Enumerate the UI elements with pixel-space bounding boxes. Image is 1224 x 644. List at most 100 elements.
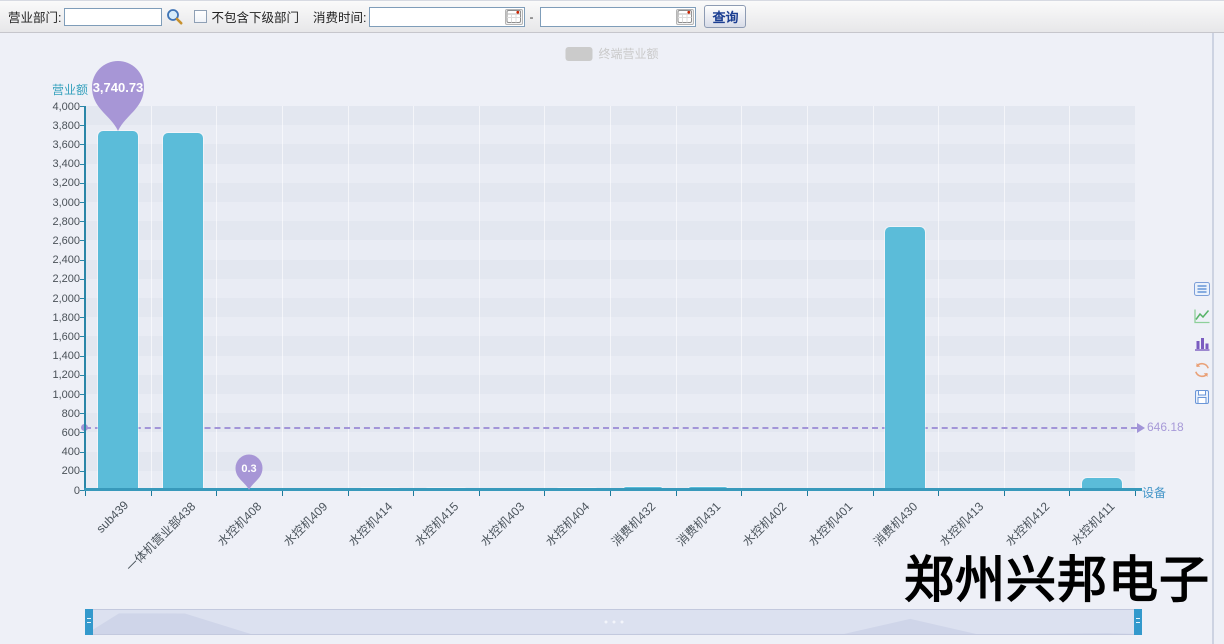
panel-right-divider bbox=[1212, 33, 1214, 644]
grid-vertical-line bbox=[1004, 106, 1005, 490]
calendar-icon bbox=[677, 9, 693, 24]
date-range-separator: - bbox=[529, 10, 533, 24]
y-axis-tick-label: 2,600 bbox=[52, 235, 80, 247]
x-axis-tick bbox=[85, 491, 86, 496]
min-value-marker-pin: 0.3 bbox=[233, 453, 265, 491]
max-value-marker-pin: 3,740.73 bbox=[87, 58, 149, 132]
x-axis-category-label: 消费机432 bbox=[607, 498, 659, 550]
x-axis-category-label: 水控机402 bbox=[738, 498, 790, 550]
search-button[interactable]: 查询 bbox=[704, 5, 746, 28]
x-axis-category-label: 水控机401 bbox=[804, 498, 856, 550]
exclude-sub-dept-label: 不包含下级部门 bbox=[211, 7, 299, 26]
grid-vertical-line bbox=[741, 106, 742, 490]
legend-label: 终端营业额 bbox=[598, 45, 658, 62]
datazoom-grip-dots-icon[interactable] bbox=[604, 621, 623, 624]
y-axis-title: 营业额 bbox=[52, 81, 88, 98]
avg-line-arrow-icon bbox=[1137, 423, 1145, 433]
datazoom-slider-track[interactable] bbox=[85, 609, 1142, 635]
x-axis-category-label: 消费机431 bbox=[673, 498, 725, 550]
grid-vertical-line bbox=[282, 106, 283, 490]
x-axis-category-label: 水控机409 bbox=[279, 498, 331, 550]
x-axis-category-label: 水控机412 bbox=[1001, 498, 1053, 550]
y-axis-tick-label: 1,400 bbox=[52, 350, 80, 362]
y-axis-tick-label: 3,000 bbox=[52, 197, 80, 209]
x-axis-category-label: 水控机408 bbox=[213, 498, 265, 550]
x-axis-category-label: 水控机404 bbox=[542, 498, 594, 550]
datazoom-right-handle[interactable] bbox=[1134, 609, 1142, 635]
date-from-input[interactable] bbox=[370, 8, 504, 26]
data-view-icon[interactable] bbox=[1192, 279, 1212, 299]
save-image-icon[interactable] bbox=[1192, 387, 1212, 407]
date-to-input[interactable] bbox=[541, 8, 675, 26]
y-axis-tick-label: 1,800 bbox=[52, 312, 80, 324]
legend-item-terminal-revenue[interactable]: 终端营业额 bbox=[565, 45, 658, 62]
y-axis-line bbox=[84, 106, 86, 491]
y-axis-tick-label: 3,600 bbox=[52, 139, 80, 151]
y-axis-tick-label: 3,200 bbox=[52, 177, 80, 189]
restore-icon[interactable] bbox=[1192, 360, 1212, 380]
y-axis-tick-label: 200 bbox=[62, 465, 80, 477]
grid-vertical-line bbox=[544, 106, 545, 490]
grid-vertical-line bbox=[413, 106, 414, 490]
line-chart-icon[interactable] bbox=[1192, 306, 1212, 326]
vendor-watermark: 郑州兴邦电子 bbox=[904, 552, 1210, 610]
legend-swatch bbox=[565, 47, 592, 61]
x-axis-tick bbox=[610, 491, 611, 496]
grid-vertical-line bbox=[938, 106, 939, 490]
date-to-wrap bbox=[540, 7, 696, 27]
date-from-wrap bbox=[369, 7, 525, 27]
search-lookup-icon[interactable] bbox=[165, 7, 184, 26]
y-axis-tick-label: 600 bbox=[62, 427, 80, 439]
y-axis-tick-label: 1,600 bbox=[52, 331, 80, 343]
dept-input[interactable] bbox=[64, 8, 162, 26]
grid-vertical-line bbox=[610, 106, 611, 490]
bar-消费机430[interactable] bbox=[885, 227, 925, 490]
grid-vertical-line bbox=[479, 106, 480, 490]
y-axis-tick-label: 3,800 bbox=[52, 120, 80, 132]
grid-vertical-line bbox=[151, 106, 152, 490]
y-axis-tick-label: 2,000 bbox=[52, 293, 80, 305]
bar-sub439[interactable] bbox=[98, 131, 138, 490]
y-axis-tick-label: 2,800 bbox=[52, 216, 80, 228]
x-axis-category-label: 水控机413 bbox=[935, 498, 987, 550]
x-axis-tick bbox=[1004, 491, 1005, 496]
bar-chart-icon[interactable] bbox=[1192, 333, 1212, 353]
x-axis-tick bbox=[873, 491, 874, 496]
svg-text:0.3: 0.3 bbox=[241, 463, 256, 475]
x-axis-category-label: 消费机430 bbox=[870, 498, 922, 550]
x-axis-title: 设备 bbox=[1142, 484, 1166, 501]
grid-vertical-line bbox=[1069, 106, 1070, 490]
x-axis-tick bbox=[348, 491, 349, 496]
y-axis-tick-label: 1,200 bbox=[52, 369, 80, 381]
x-axis-tick bbox=[938, 491, 939, 496]
y-axis-tick-label: 2,200 bbox=[52, 273, 80, 285]
svg-text:3,740.73: 3,740.73 bbox=[93, 80, 144, 95]
y-axis-tick-label: 2,400 bbox=[52, 254, 80, 266]
consume-time-label: 消费时间: bbox=[313, 7, 366, 26]
x-axis-category-label: sub439 bbox=[94, 498, 132, 536]
datazoom-left-handle[interactable] bbox=[85, 609, 93, 635]
app-window: 营业部门: 不包含下级部门 消费时间: - bbox=[0, 0, 1224, 644]
x-axis-tick bbox=[676, 491, 677, 496]
average-line-label: 646.18 bbox=[1147, 420, 1184, 434]
x-axis-tick bbox=[282, 491, 283, 496]
x-axis-category-label: 水控机415 bbox=[410, 498, 462, 550]
y-axis-tick-label: 400 bbox=[62, 446, 80, 458]
grid-vertical-line bbox=[676, 106, 677, 490]
date-to-calendar-button[interactable] bbox=[676, 9, 694, 25]
y-axis-tick-label: 4,000 bbox=[52, 101, 80, 113]
x-axis-tick bbox=[1069, 491, 1070, 496]
x-axis-category-label: 水控机414 bbox=[345, 498, 397, 550]
grid-vertical-line bbox=[348, 106, 349, 490]
bar-一体机营业部438[interactable] bbox=[163, 133, 203, 490]
x-axis-category-label: 一体机营业部438 bbox=[122, 498, 199, 575]
calendar-icon bbox=[506, 9, 522, 24]
y-axis-tick-label: 3,400 bbox=[52, 158, 80, 170]
x-axis-tick bbox=[479, 491, 480, 496]
x-axis-tick bbox=[151, 491, 152, 496]
x-axis-tick bbox=[1135, 491, 1136, 496]
date-from-calendar-button[interactable] bbox=[505, 9, 523, 25]
y-axis-tick-label: 1,000 bbox=[52, 389, 80, 401]
exclude-sub-dept-checkbox[interactable] bbox=[194, 10, 207, 23]
grid-vertical-line bbox=[216, 106, 217, 490]
